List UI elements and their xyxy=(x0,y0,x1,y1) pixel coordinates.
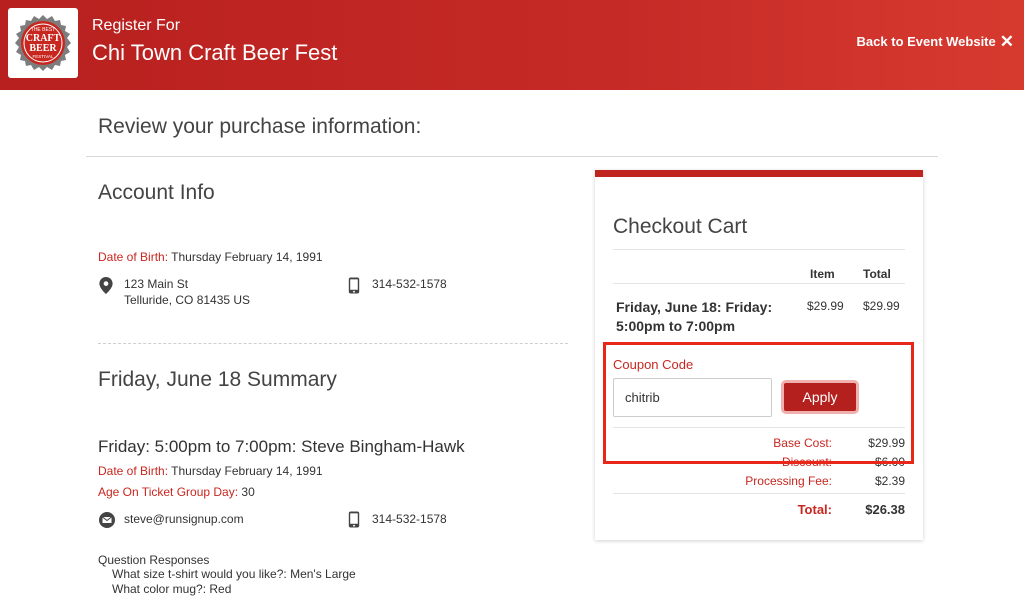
event-title: Chi Town Craft Beer Fest xyxy=(92,40,338,65)
svg-text:FESTIVAL: FESTIVAL xyxy=(33,54,54,59)
divider xyxy=(613,249,905,250)
divider xyxy=(613,343,905,344)
checkout-cart: Checkout Cart Item Total Friday, June 18… xyxy=(595,170,923,540)
discount-value: -$6.00 xyxy=(870,455,905,469)
summary-title: Friday, June 18 Summary xyxy=(98,368,337,391)
base-cost-value: $29.99 xyxy=(868,436,905,450)
col-total-header: Total xyxy=(863,267,891,281)
col-item-header: Item xyxy=(810,267,835,281)
page-title: Review your purchase information: xyxy=(98,115,422,138)
summary-email: steve@runsignup.com xyxy=(124,512,244,526)
svg-text:BEER: BEER xyxy=(29,43,57,54)
address-line2: Telluride, CO 81435 US xyxy=(124,293,251,307)
processing-fee-value: $2.39 xyxy=(874,474,905,488)
phone-icon xyxy=(348,277,360,294)
registrant-heading: Friday: 5:00pm to 7:00pm: Steve Bingham-… xyxy=(98,437,465,456)
divider xyxy=(613,427,905,428)
question-response: What color mug?: Red xyxy=(112,582,232,596)
total-value: $26.38 xyxy=(865,502,905,517)
divider xyxy=(86,156,938,157)
dob-value: Thursday February 14, 1991 xyxy=(171,464,323,478)
beer-cap-logo-icon: THE BEST CRAFT BEER FESTIVAL xyxy=(15,15,71,71)
section-divider xyxy=(98,343,568,344)
cart-item-name: Friday, June 18: Friday: 5:00pm to 7:00p… xyxy=(616,299,773,334)
summary-dob: Date of Birth: Thursday February 14, 199… xyxy=(98,464,323,478)
age-label: Age On Ticket Group Day: xyxy=(98,485,239,499)
dob-label: Date of Birth: xyxy=(98,250,169,264)
location-pin-icon xyxy=(99,277,113,294)
discount-label: Discount: xyxy=(781,455,832,469)
cart-item-total: $29.99 xyxy=(863,299,900,313)
email-icon xyxy=(99,512,115,528)
back-link-label: Back to Event Website xyxy=(856,34,996,49)
question-responses-label: Question Responses xyxy=(98,553,210,567)
summary-phone: 314-532-1578 xyxy=(372,512,447,526)
close-icon: ✕ xyxy=(999,32,1014,51)
coupon-code-input[interactable] xyxy=(613,378,772,417)
account-dob: Date of Birth: Thursday February 14, 199… xyxy=(98,250,323,264)
account-info-title: Account Info xyxy=(98,181,215,204)
dob-label: Date of Birth: xyxy=(98,464,169,478)
address-line1: 123 Main St xyxy=(124,277,189,291)
header-subtitle: Register For xyxy=(92,17,181,34)
processing-fee-label: Processing Fee: xyxy=(745,474,832,488)
base-cost-label: Base Cost: xyxy=(773,436,832,450)
phone-icon xyxy=(348,511,360,528)
summary-age: Age On Ticket Group Day: 30 xyxy=(98,485,255,499)
account-phone: 314-532-1578 xyxy=(372,277,447,291)
apply-coupon-button[interactable]: Apply xyxy=(781,380,859,414)
age-value: 30 xyxy=(241,485,255,499)
cart-title: Checkout Cart xyxy=(613,215,748,238)
divider xyxy=(613,493,905,494)
dob-value: Thursday February 14, 1991 xyxy=(171,250,323,264)
back-to-event-link[interactable]: Back to Event Website ✕ xyxy=(857,33,1014,50)
cart-item-price: $29.99 xyxy=(807,299,844,313)
divider xyxy=(613,283,905,284)
coupon-code-label: Coupon Code xyxy=(613,357,694,372)
total-label: Total: xyxy=(797,502,832,517)
event-logo[interactable]: THE BEST CRAFT BEER FESTIVAL xyxy=(8,8,78,78)
header-bar: THE BEST CRAFT BEER FESTIVAL Register Fo… xyxy=(0,0,1024,90)
question-response: What size t-shirt would you like?: Men's… xyxy=(112,567,356,581)
